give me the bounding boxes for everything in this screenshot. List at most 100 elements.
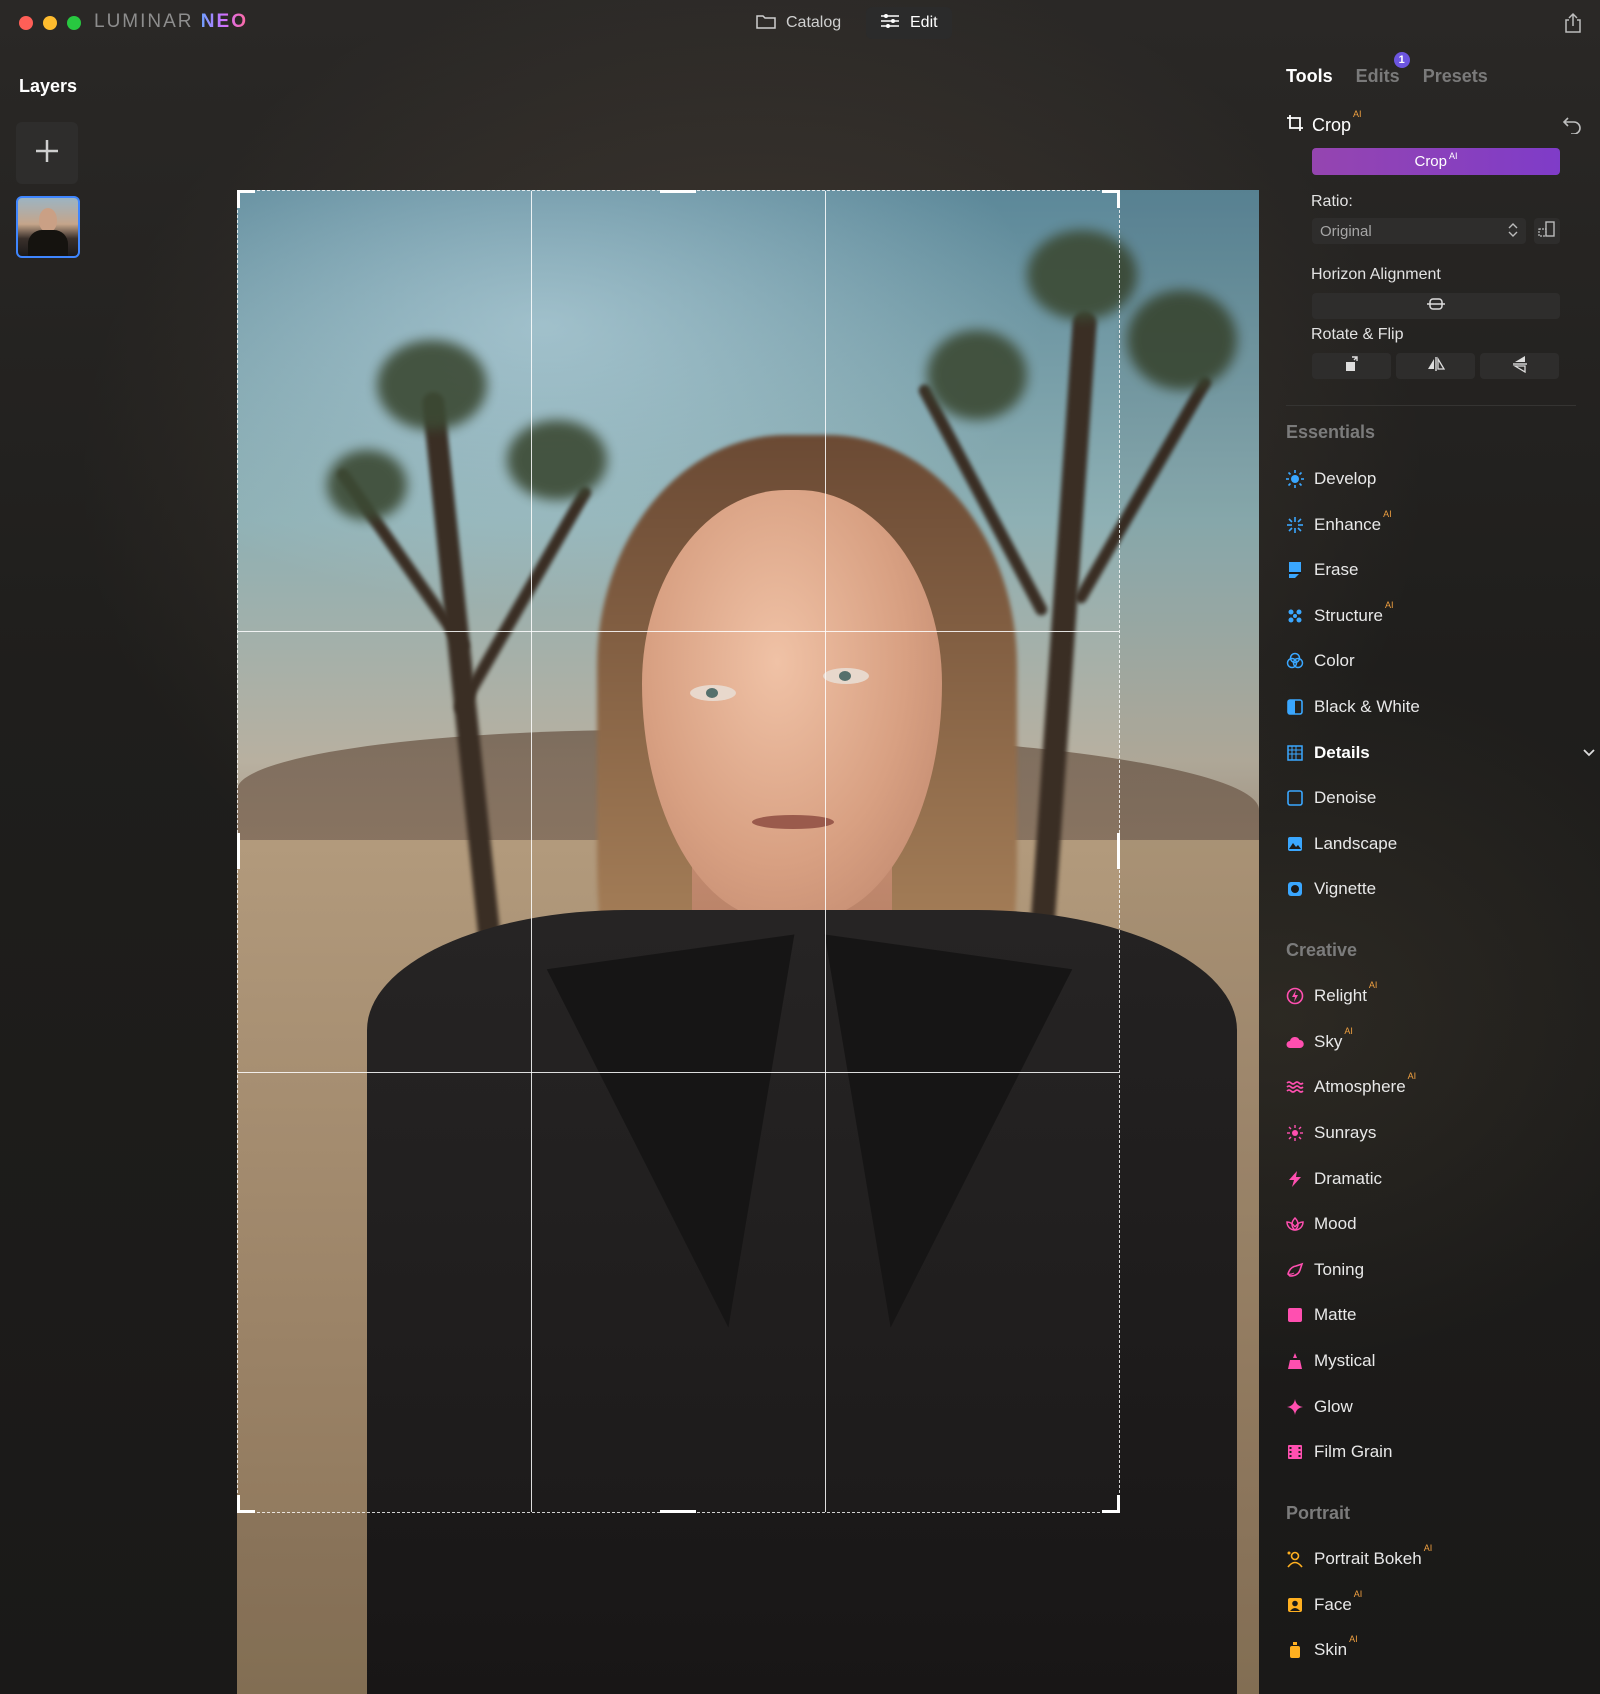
tool-label: Dramatic xyxy=(1314,1169,1383,1188)
crop-outside-area xyxy=(237,1513,1120,1694)
tool-glow[interactable]: Glow xyxy=(1286,1393,1596,1421)
tool-label: Film Grain xyxy=(1314,1442,1393,1461)
crop-tool-header[interactable]: CropAI xyxy=(1286,109,1586,138)
tool-face[interactable]: FaceAI xyxy=(1286,1589,1596,1619)
ai-tag: AI xyxy=(1368,980,1378,990)
skin-bottle-icon xyxy=(1286,1641,1304,1659)
lightning-icon xyxy=(1286,1170,1304,1188)
tool-label: Sky xyxy=(1314,1032,1343,1051)
edit-tab[interactable]: Edit xyxy=(866,7,952,39)
ai-tag: AI xyxy=(1449,150,1458,161)
tool-vignette[interactable]: Vignette xyxy=(1286,875,1596,903)
crop-edge-handle-bottom[interactable] xyxy=(660,1510,696,1513)
mystical-icon xyxy=(1286,1352,1304,1370)
waves-icon xyxy=(1286,1078,1304,1096)
tool-color[interactable]: Color xyxy=(1286,647,1596,675)
app-logo: LUMINAR NEO xyxy=(94,11,248,33)
tool-portrait-bokeh[interactable]: Portrait BokehAI xyxy=(1286,1543,1596,1573)
ai-tag: AI xyxy=(1407,1071,1417,1081)
tool-landscape[interactable]: Landscape xyxy=(1286,830,1596,858)
tool-label: Erase xyxy=(1314,560,1359,579)
crop-ai-button[interactable]: Crop AI xyxy=(1312,148,1560,175)
tool-sky[interactable]: SkyAI xyxy=(1286,1026,1596,1056)
crop-grid-line xyxy=(531,191,532,1512)
lotus-icon xyxy=(1286,1215,1304,1233)
minimize-window-button[interactable] xyxy=(43,16,57,30)
undo-icon[interactable] xyxy=(1562,116,1582,139)
crop-ai-button-label: Crop xyxy=(1414,153,1447,170)
crop-corner-handle-bottom-left[interactable] xyxy=(237,1495,240,1513)
tool-black-white[interactable]: Black & White xyxy=(1286,693,1596,721)
landscape-icon xyxy=(1286,835,1304,853)
crop-edge-handle-left[interactable] xyxy=(237,833,240,869)
crop-outside-area xyxy=(1120,190,1259,1694)
tool-relight[interactable]: RelightAI xyxy=(1286,980,1596,1010)
rotate-icon xyxy=(1344,355,1360,377)
titlebar: LUMINAR NEO Catalog Edit xyxy=(0,0,1600,46)
crop-corner-handle-top-right[interactable] xyxy=(1117,190,1120,208)
tool-tabs: Tools Edits 1 Presets xyxy=(1286,52,1488,87)
relight-icon xyxy=(1286,987,1304,1005)
sparkle-icon xyxy=(1286,516,1304,534)
tool-atmosphere[interactable]: AtmosphereAI xyxy=(1286,1071,1596,1101)
tool-sunrays[interactable]: Sunrays xyxy=(1286,1119,1596,1147)
tool-mystical[interactable]: Mystical xyxy=(1286,1347,1596,1375)
eraser-icon xyxy=(1286,561,1304,579)
sun-icon xyxy=(1286,470,1304,488)
tool-dramatic[interactable]: Dramatic xyxy=(1286,1165,1596,1193)
crop-frame[interactable] xyxy=(237,190,1120,1513)
crop-grid-line xyxy=(238,631,1119,632)
tool-enhance[interactable]: EnhanceAI xyxy=(1286,509,1596,539)
tool-label: Relight xyxy=(1314,986,1367,1005)
tool-skin[interactable]: SkinAI xyxy=(1286,1634,1596,1664)
crop-edge-handle-right[interactable] xyxy=(1117,833,1120,869)
rotate-button[interactable] xyxy=(1312,353,1391,379)
rotate-flip-label: Rotate & Flip xyxy=(1311,326,1404,343)
tab-edits[interactable]: Edits 1 xyxy=(1356,52,1410,87)
chevron-down-icon[interactable] xyxy=(1582,743,1596,763)
catalog-label: Catalog xyxy=(786,14,842,31)
tool-toning[interactable]: Toning xyxy=(1286,1256,1596,1284)
crop-corner-handle-top-left[interactable] xyxy=(237,190,240,208)
close-window-button[interactable] xyxy=(19,16,33,30)
horizon-alignment-button[interactable] xyxy=(1312,293,1560,319)
updown-chevron-icon xyxy=(1508,223,1518,240)
tool-label: Portrait Bokeh xyxy=(1314,1549,1422,1568)
flip-horizontal-icon xyxy=(1427,356,1445,377)
section-creative: Creative xyxy=(1286,940,1358,960)
orientation-swap-icon xyxy=(1538,220,1556,242)
flip-horizontal-button[interactable] xyxy=(1396,353,1475,379)
ai-tag: AI xyxy=(1344,1026,1353,1036)
tool-develop[interactable]: Develop xyxy=(1286,465,1596,493)
tool-film-grain[interactable]: Film Grain xyxy=(1286,1438,1596,1466)
flip-vertical-button[interactable] xyxy=(1480,353,1559,379)
horizon-alignment-label: Horizon Alignment xyxy=(1311,266,1441,283)
thumbnail-head xyxy=(39,208,57,232)
tool-label: Structure xyxy=(1314,606,1383,625)
tool-details[interactable]: Details xyxy=(1286,739,1596,767)
tool-structure[interactable]: StructureAI xyxy=(1286,600,1596,630)
ratio-select[interactable]: Original xyxy=(1312,218,1526,244)
sliders-icon xyxy=(880,13,900,34)
tool-denoise[interactable]: Denoise xyxy=(1286,784,1596,812)
tool-erase[interactable]: Erase xyxy=(1286,556,1596,584)
section-portrait: Portrait xyxy=(1286,1503,1351,1523)
tool-label: Mood xyxy=(1314,1214,1357,1233)
tool-label: Denoise xyxy=(1314,788,1377,807)
ratio-orientation-button[interactable] xyxy=(1534,218,1560,244)
tool-matte[interactable]: Matte xyxy=(1286,1301,1596,1329)
crop-corner-handle-bottom-right[interactable] xyxy=(1117,1495,1120,1513)
app-logo-text: LUMINAR xyxy=(94,11,194,32)
catalog-tab[interactable]: Catalog xyxy=(742,7,855,39)
brush-icon xyxy=(1286,1261,1304,1279)
zoom-window-button[interactable] xyxy=(67,16,81,30)
crop-edge-handle-top[interactable] xyxy=(660,190,696,193)
tab-presets[interactable]: Presets xyxy=(1423,66,1488,87)
ratio-select-value: Original xyxy=(1320,222,1372,240)
tool-mood[interactable]: Mood xyxy=(1286,1210,1596,1238)
layer-thumbnail[interactable] xyxy=(16,196,80,258)
ai-tag: AI xyxy=(1383,509,1392,519)
tab-tools[interactable]: Tools xyxy=(1286,66,1333,87)
add-layer-button[interactable] xyxy=(16,122,78,184)
share-icon[interactable] xyxy=(1564,12,1582,39)
